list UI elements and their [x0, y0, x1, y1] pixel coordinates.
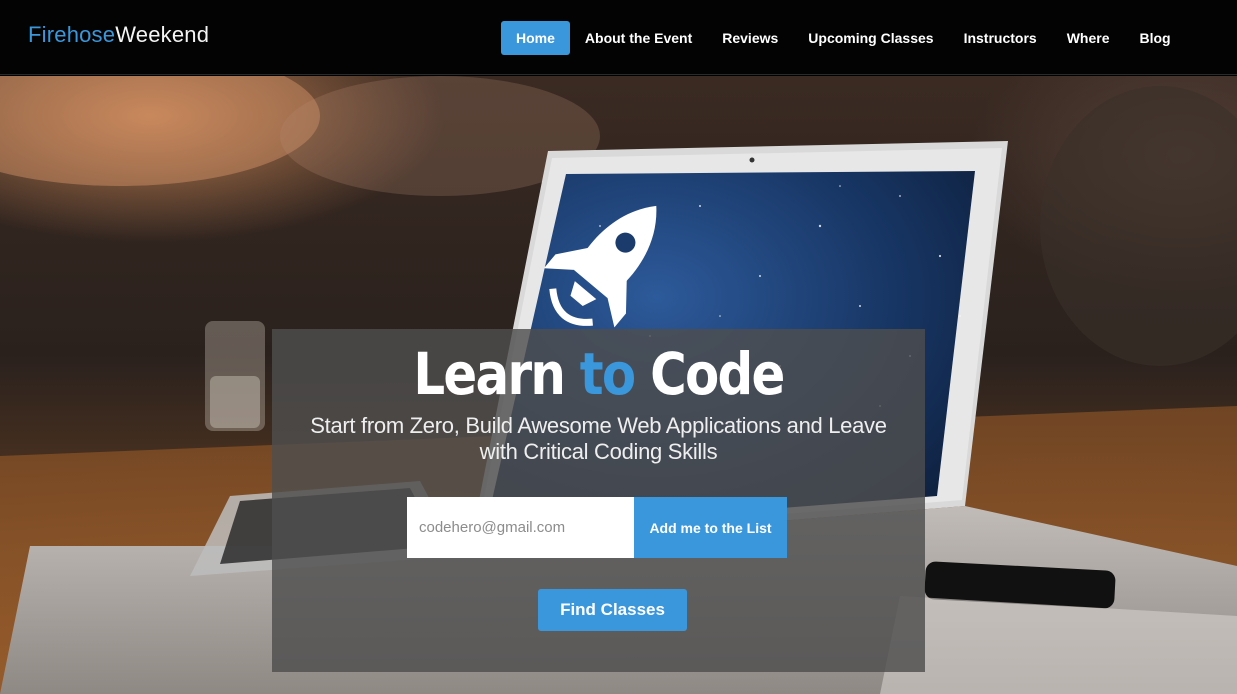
brand-logo[interactable]: FirehoseWeekend — [28, 22, 209, 48]
add-me-to-list-button[interactable]: Add me to the List — [634, 497, 787, 558]
email-input[interactable] — [407, 497, 634, 558]
nav-blog[interactable]: Blog — [1124, 21, 1185, 55]
main-nav: Home About the Event Reviews Upcoming Cl… — [501, 21, 1186, 55]
brand-name-part2: Weekend — [115, 22, 210, 47]
hero-headline: Learn to Code — [318, 341, 880, 407]
nav-upcoming-classes[interactable]: Upcoming Classes — [793, 21, 948, 55]
brand-name-part1: Firehose — [28, 22, 116, 47]
headline-part-code: Code — [634, 340, 785, 408]
nav-home[interactable]: Home — [501, 21, 570, 55]
signup-panel: Learn to Code Start from Zero, Build Awe… — [272, 329, 925, 672]
nav-reviews[interactable]: Reviews — [707, 21, 793, 55]
nav-instructors[interactable]: Instructors — [949, 21, 1052, 55]
find-classes-button[interactable]: Find Classes — [538, 589, 687, 631]
top-navbar: FirehoseWeekend Home About the Event Rev… — [0, 0, 1237, 75]
email-signup-form: Add me to the List — [407, 497, 787, 558]
headline-part-to: to — [579, 340, 636, 408]
nav-about-the-event[interactable]: About the Event — [570, 21, 707, 55]
headline-part-learn: Learn — [413, 340, 580, 408]
nav-where[interactable]: Where — [1052, 21, 1125, 55]
hero-subheading: Start from Zero, Build Awesome Web Appli… — [310, 413, 887, 464]
